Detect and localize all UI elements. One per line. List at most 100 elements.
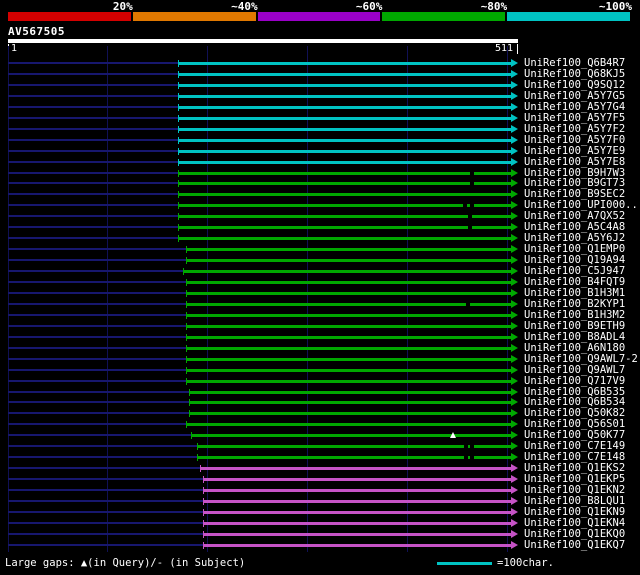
alignment-start-tick xyxy=(178,159,179,166)
alignment-start-tick xyxy=(189,389,190,396)
alignment-bar[interactable] xyxy=(178,84,511,87)
alignment-arrowhead-icon xyxy=(511,300,518,308)
query-leader-line xyxy=(8,172,178,174)
alignment-bar[interactable] xyxy=(203,500,511,503)
alignment-bar[interactable] xyxy=(186,347,511,350)
alignment-bar[interactable] xyxy=(178,106,511,109)
subject-gap-marker-icon xyxy=(470,204,474,207)
alignment-bar[interactable] xyxy=(186,423,511,426)
alignment-bar[interactable] xyxy=(178,172,511,175)
alignment-bar[interactable] xyxy=(178,237,511,240)
alignment-bar[interactable] xyxy=(186,281,511,284)
alignment-bar[interactable] xyxy=(178,226,511,229)
subject-gap-marker-icon xyxy=(470,182,474,185)
query-name: AV567505 xyxy=(8,25,65,38)
alignment-arrowhead-icon xyxy=(511,541,518,549)
alignment-bar[interactable] xyxy=(186,314,511,317)
alignment-bar[interactable] xyxy=(203,489,511,492)
alignment-start-tick xyxy=(186,421,187,428)
alignment-bar[interactable] xyxy=(178,139,511,142)
alignment-arrowhead-icon xyxy=(511,114,518,122)
alignment-start-tick xyxy=(178,104,179,111)
alignment-start-tick xyxy=(203,487,204,494)
query-leader-line xyxy=(8,150,178,152)
query-leader-line xyxy=(8,248,186,250)
alignment-arrowhead-icon xyxy=(511,103,518,111)
query-leader-line xyxy=(8,314,186,316)
alignment-bar[interactable] xyxy=(178,128,511,131)
alignment-bar[interactable] xyxy=(178,95,511,98)
alignment-bar[interactable] xyxy=(178,215,511,218)
alignment-bar[interactable] xyxy=(186,303,511,306)
alignment-bar[interactable] xyxy=(186,292,511,295)
alignment-start-tick xyxy=(186,290,187,297)
subject-gap-marker-icon xyxy=(463,204,467,207)
alignment-arrowhead-icon xyxy=(511,453,518,461)
query-leader-line xyxy=(8,423,186,425)
alignment-bar[interactable] xyxy=(203,522,511,525)
query-leader-line xyxy=(8,489,203,491)
alignment-start-tick xyxy=(178,170,179,177)
alignment-arrowhead-icon xyxy=(511,158,518,166)
hit-label[interactable]: UniRef100_Q1EKQ7 xyxy=(524,540,625,551)
scale-segment xyxy=(8,12,131,21)
alignment-bar[interactable] xyxy=(183,270,511,273)
alignment-start-tick xyxy=(186,345,187,352)
alignment-bar[interactable] xyxy=(189,391,511,394)
alignment-arrowhead-icon xyxy=(511,136,518,144)
alignment-start-tick xyxy=(178,126,179,133)
alignment-bar[interactable] xyxy=(178,62,511,65)
query-leader-line xyxy=(8,500,203,502)
alignment-bar[interactable] xyxy=(186,259,511,262)
alignment-start-tick xyxy=(178,180,179,187)
query-leader-line xyxy=(8,401,189,403)
query-leader-line xyxy=(8,445,197,447)
alignment-bar[interactable] xyxy=(203,544,511,547)
alignment-bar[interactable] xyxy=(186,248,511,251)
alignment-bar[interactable] xyxy=(186,369,511,372)
query-leader-line xyxy=(8,128,178,130)
alignment-bar[interactable] xyxy=(186,380,511,383)
alignment-bar[interactable] xyxy=(189,401,511,404)
alignment-bar[interactable] xyxy=(178,204,511,207)
alignment-bar[interactable] xyxy=(178,161,511,164)
alignment-start-tick xyxy=(191,432,192,439)
alignment-bar[interactable] xyxy=(186,358,511,361)
alignment-start-tick xyxy=(203,520,204,527)
alignment-bar[interactable] xyxy=(203,533,511,536)
alignment-bar[interactable] xyxy=(203,478,511,481)
alignment-arrowhead-icon xyxy=(511,344,518,352)
alignment-bar[interactable] xyxy=(178,193,511,196)
alignment-start-tick xyxy=(186,257,187,264)
alignment-bar[interactable] xyxy=(203,511,511,514)
alignment-start-tick xyxy=(186,246,187,253)
alignment-bar[interactable] xyxy=(189,412,511,415)
query-leader-line xyxy=(8,62,178,64)
query-leader-line xyxy=(8,358,186,360)
alignment-bar[interactable] xyxy=(186,325,511,328)
alignment-arrowhead-icon xyxy=(511,409,518,417)
alignment-start-tick xyxy=(203,476,204,483)
alignment-bar[interactable] xyxy=(178,182,511,185)
alignment-arrowhead-icon xyxy=(511,234,518,242)
query-gap-marker-icon xyxy=(450,432,456,438)
alignment-bar[interactable] xyxy=(186,336,511,339)
alignment-bar[interactable] xyxy=(178,117,511,120)
query-leader-line xyxy=(8,237,178,239)
alignment-arrowhead-icon xyxy=(511,70,518,78)
query-leader-line xyxy=(8,511,203,513)
query-leader-line xyxy=(8,456,197,458)
alignment-bar[interactable] xyxy=(191,434,511,437)
subject-gap-marker-icon xyxy=(468,226,472,229)
alignment-start-tick xyxy=(186,378,187,385)
alignment-bar[interactable] xyxy=(178,73,511,76)
alignment-bar[interactable] xyxy=(200,467,511,470)
alignment-bar[interactable] xyxy=(178,150,511,153)
alignment-arrowhead-icon xyxy=(511,289,518,297)
alignment-arrowhead-icon xyxy=(511,256,518,264)
query-leader-line xyxy=(8,117,178,119)
alignment-row: UniRef100_Q1EKQ7 xyxy=(0,540,640,551)
query-leader-line xyxy=(8,270,183,272)
alignment-arrowhead-icon xyxy=(511,442,518,450)
alignment-arrowhead-icon xyxy=(511,125,518,133)
